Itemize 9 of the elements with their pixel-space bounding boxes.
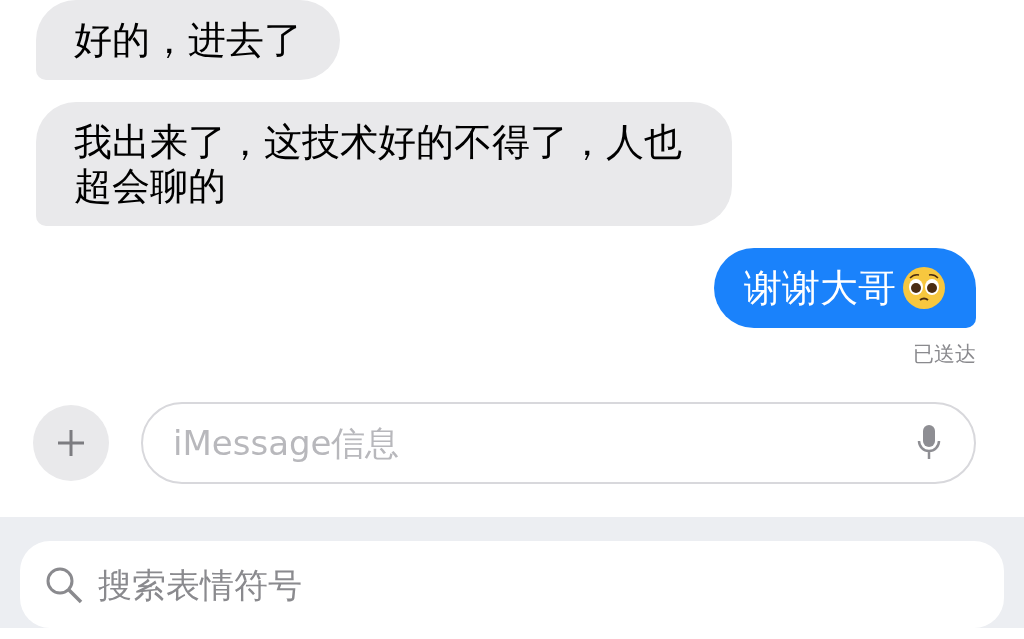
message-bubble: 谢谢大哥: [714, 248, 976, 328]
pleading-face-icon: [902, 266, 946, 310]
emoji-search-field[interactable]: 搜索表情符号: [20, 541, 1004, 628]
message-input-field[interactable]: iMessage信息: [141, 402, 976, 484]
plus-icon: [55, 427, 87, 459]
delivery-status: 已送达: [912, 341, 977, 366]
search-icon: [44, 565, 84, 605]
message-bubble: 我出来了，这技术好的不得了，人也超会聊的: [36, 102, 732, 226]
message-bubble: 好的，进去了: [36, 0, 340, 80]
